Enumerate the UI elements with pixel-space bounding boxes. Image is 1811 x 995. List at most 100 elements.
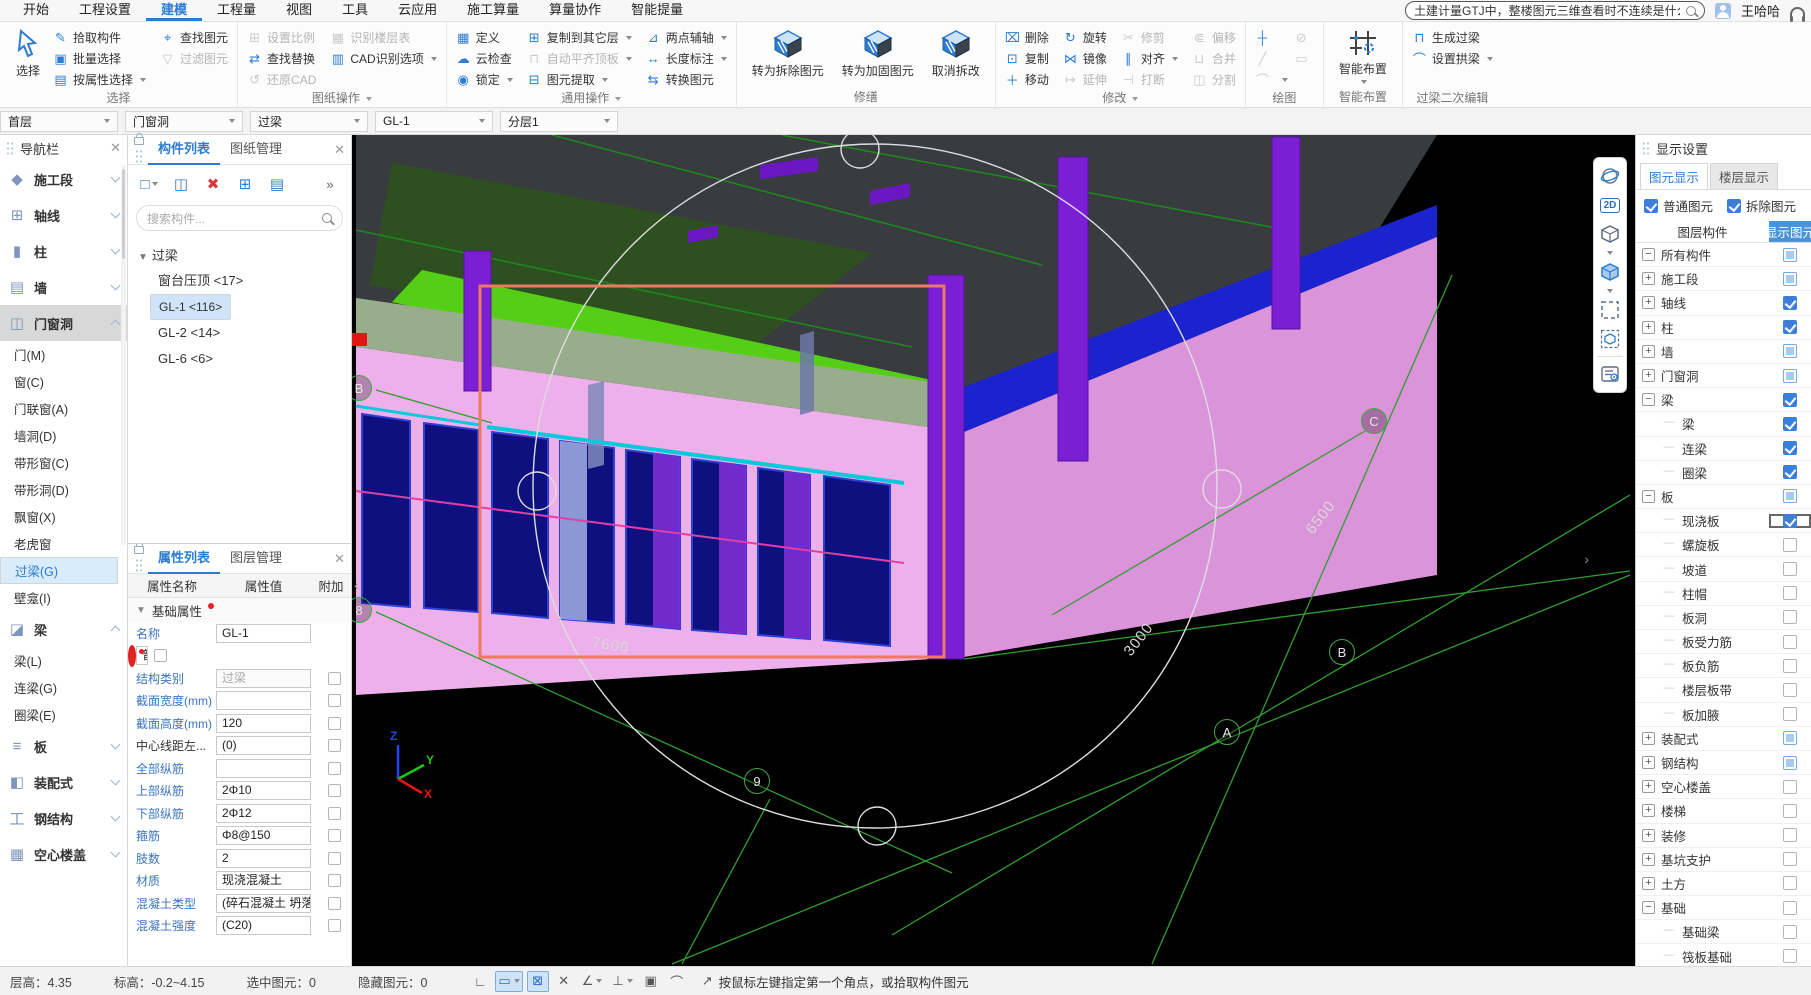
ribbon-button[interactable]: ↔ 长度标注	[646, 48, 727, 69]
layer-tree-row[interactable]: 钢结构	[1636, 751, 1811, 776]
visibility-checkbox[interactable]	[1783, 707, 1797, 722]
collapse-right-arrow[interactable]: ›	[1584, 551, 1589, 567]
expand-icon[interactable]	[1642, 828, 1655, 842]
expand-icon[interactable]	[1642, 320, 1655, 334]
visibility-checkbox[interactable]	[1783, 295, 1797, 310]
expand-icon[interactable]	[1662, 610, 1676, 624]
visibility-checkbox[interactable]	[1783, 658, 1797, 673]
nav-row[interactable]: ▦ 空心楼盖	[0, 836, 127, 872]
ribbon-button[interactable]: ⊔ 合并	[1192, 48, 1236, 69]
element-display-list-icon[interactable]	[1598, 362, 1622, 386]
expand-icon[interactable]	[1662, 538, 1676, 552]
visibility-checkbox[interactable]	[1783, 900, 1797, 915]
ribbon-button[interactable]: ▥ CAD识别选项	[330, 48, 437, 69]
component-search-input[interactable]: 搜索构件...	[136, 205, 343, 231]
panel-drag-handle[interactable]	[135, 557, 143, 572]
layer-copy-icon[interactable]: ⊞	[232, 171, 258, 197]
nav-row[interactable]: 圈梁(E)	[0, 701, 127, 728]
expand-icon[interactable]	[1662, 562, 1676, 576]
layer-tree-row[interactable]: 门窗洞	[1636, 364, 1811, 389]
ribbon-button[interactable]: ∥ 对齐	[1121, 48, 1178, 69]
arc-snap-icon[interactable]: ⌒	[666, 971, 688, 992]
visibility-checkbox[interactable]	[1783, 465, 1797, 480]
attach-checkbox[interactable]	[327, 806, 341, 820]
attach-checkbox[interactable]	[327, 829, 341, 843]
nav-row[interactable]: 飘窗(X)	[0, 503, 127, 530]
nav-row[interactable]: 门联窗(A)	[0, 395, 127, 422]
layer-tree-row[interactable]: 梁	[1636, 412, 1811, 437]
layer-tree-row[interactable]: 板	[1636, 485, 1811, 510]
layer-tree-row[interactable]: 基坑支护	[1636, 848, 1811, 872]
nav-row[interactable]: 带形洞(D)	[0, 476, 127, 503]
expand-icon[interactable]	[1642, 369, 1655, 383]
ribbon-button[interactable]: ⌖ 查找图元	[160, 27, 228, 48]
ribbon-button[interactable]: ⌒	[1255, 69, 1288, 90]
ribbon-button[interactable]: ┼	[1255, 27, 1288, 48]
visibility-checkbox[interactable]	[1783, 828, 1797, 843]
property-value-input[interactable]: (C20)	[216, 916, 311, 936]
lock-icon[interactable]	[134, 544, 144, 554]
view-2d-icon[interactable]: 2D	[1598, 193, 1622, 217]
nav-row[interactable]: 窗(C)	[0, 368, 127, 395]
layer-tree-row[interactable]: 柱	[1636, 316, 1811, 340]
menu-item[interactable]: 施工算量	[452, 0, 534, 21]
expand-icon[interactable]	[1662, 586, 1676, 600]
expand-icon[interactable]	[1642, 489, 1655, 503]
attach-checkbox[interactable]	[327, 671, 341, 685]
ribbon-button[interactable]: ＋移动	[1005, 69, 1049, 90]
nav-row[interactable]: 门(M)	[0, 341, 127, 368]
attach-checkbox[interactable]	[327, 896, 341, 910]
tree-group[interactable]: ▼ 过梁	[128, 241, 351, 268]
property-value-input[interactable]: 2Φ12	[216, 803, 311, 823]
layer-tree-row[interactable]: 梁	[1636, 388, 1811, 413]
property-value-input[interactable]: (碎石混凝土 坍落度...	[216, 893, 311, 913]
view-cube-icon[interactable]	[1598, 222, 1622, 246]
property-value-input[interactable]: 过梁	[216, 668, 311, 688]
collapse-left-arrow[interactable]: ‹	[354, 577, 359, 593]
nav-row[interactable]: 壁龛(I)	[0, 584, 127, 611]
context-select[interactable]: 过梁	[250, 110, 368, 132]
headset-support-icon[interactable]	[1790, 6, 1805, 22]
ribbon-big-button[interactable]: 转为拆除图元	[746, 27, 830, 81]
panel-tab[interactable]: 属性列表	[148, 544, 221, 574]
property-value-input[interactable]: 2Φ10	[216, 781, 311, 801]
ribbon-button[interactable]: ⊣ 打断	[1121, 69, 1178, 90]
ribbon-button[interactable]: ⊓ 自动平齐顶板	[527, 48, 632, 69]
layer-tree-row[interactable]: 板负筋	[1636, 654, 1811, 679]
ribbon-button[interactable]: ◫ 分割	[1192, 69, 1236, 90]
component-item[interactable]: GL-2 <14>	[150, 320, 228, 346]
layer-tree-row[interactable]: 板加腋	[1636, 703, 1811, 727]
ribbon-button[interactable]: ⌧ 删除	[1005, 27, 1049, 48]
ribbon-button[interactable]: ☁ 云检查	[456, 48, 513, 69]
layer-tree-row[interactable]: 板洞	[1636, 606, 1811, 630]
layer-tree-row[interactable]: 楼层板带	[1636, 678, 1811, 703]
attach-checkbox[interactable]	[327, 716, 341, 730]
expand-icon[interactable]	[1642, 393, 1655, 407]
visibility-checkbox[interactable]	[1783, 610, 1797, 625]
panel-tab[interactable]: 构件列表	[148, 135, 221, 165]
attach-checkbox[interactable]	[154, 649, 167, 663]
attach-checkbox[interactable]	[327, 739, 341, 753]
ribbon-big-button[interactable]: 转为加固图元	[836, 27, 920, 81]
expand-icon[interactable]	[1642, 804, 1655, 818]
model-viewport[interactable]: B C 8 B A 9 7600 3000 6500 Z Y X ‹ › 2D	[352, 135, 1635, 966]
attach-checkbox[interactable]	[327, 851, 341, 865]
property-value-input[interactable]: 普通图元	[136, 646, 148, 666]
display-filter-checkbox[interactable]: 普通图元	[1644, 196, 1713, 215]
search-icon[interactable]	[1685, 5, 1696, 16]
visibility-checkbox[interactable]	[1783, 731, 1797, 746]
nav-row[interactable]: ≡ 板	[0, 728, 127, 764]
visibility-checkbox[interactable]	[1783, 368, 1797, 383]
visibility-checkbox[interactable]	[1783, 924, 1797, 939]
panel-tab[interactable]: 图层管理	[220, 544, 292, 574]
dynamic-orbit-icon[interactable]	[1598, 164, 1622, 188]
user-name[interactable]: 王哈哈	[1741, 1, 1780, 20]
visibility-checkbox[interactable]	[1783, 344, 1797, 359]
expand-icon[interactable]	[1662, 707, 1676, 721]
menu-item[interactable]: 云应用	[383, 0, 452, 21]
nav-row[interactable]: 梁(L)	[0, 647, 127, 674]
layer-tree-row[interactable]: 施工段	[1636, 267, 1811, 292]
ribbon-button[interactable]: ⊡ 复制	[1005, 48, 1049, 69]
cross-select-icon[interactable]: ⊠	[526, 970, 549, 992]
visibility-checkbox[interactable]	[1783, 513, 1797, 528]
